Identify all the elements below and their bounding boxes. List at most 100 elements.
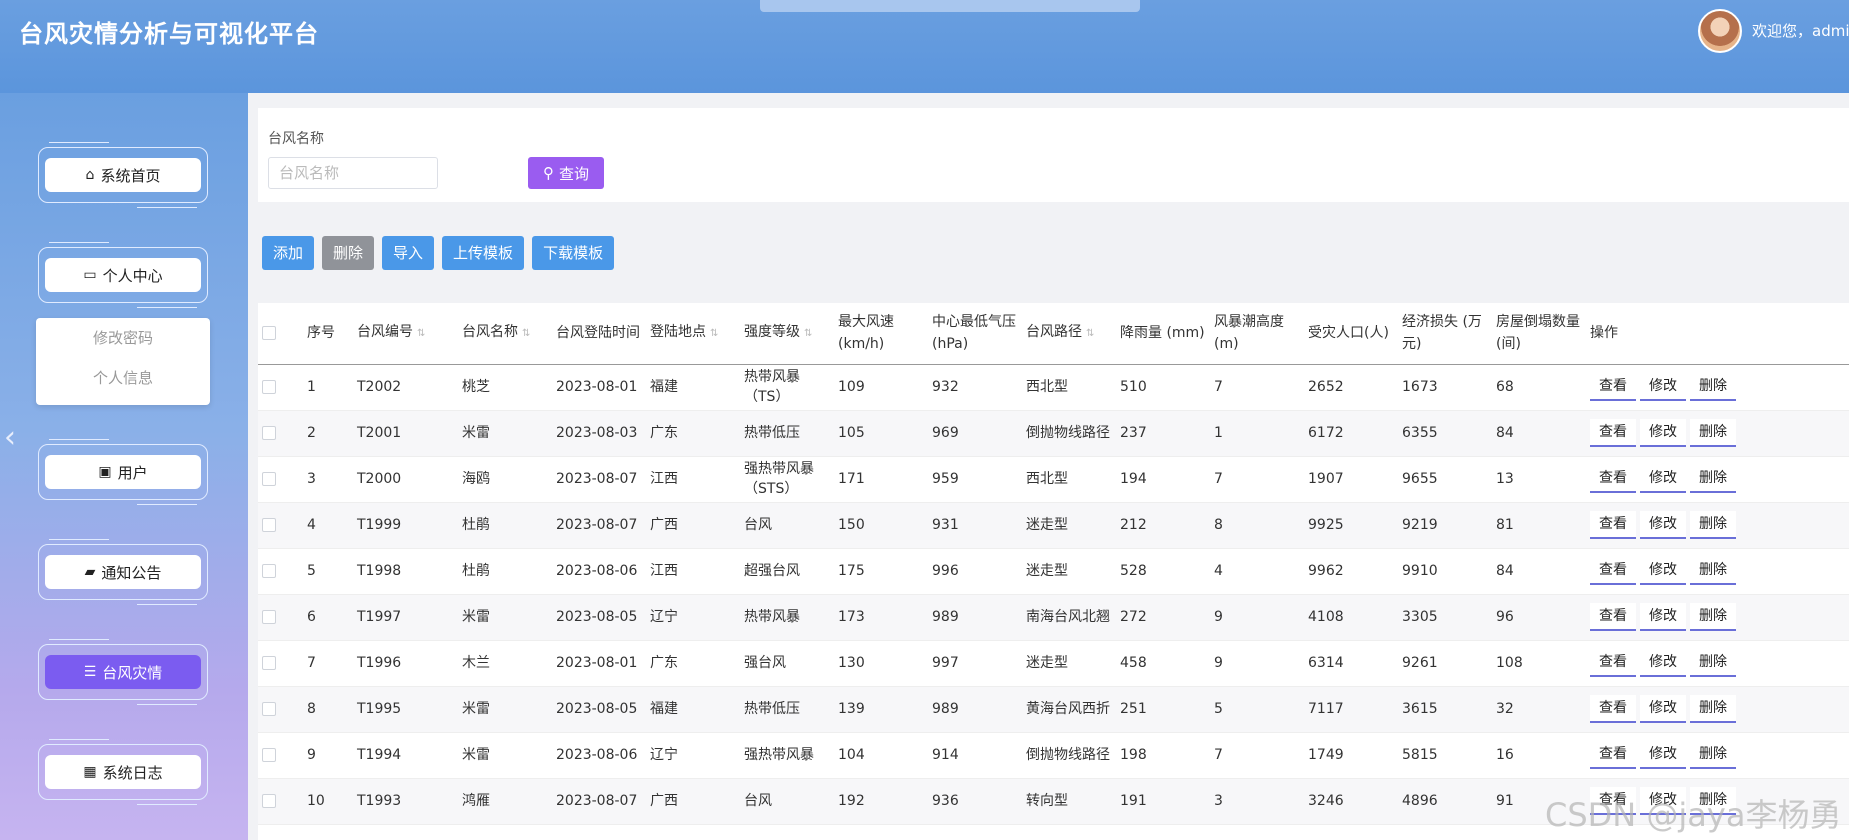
row-delete-button[interactable]: 删除 [1690,465,1736,493]
sidebar-item-users[interactable]: ▣ 用户 [38,439,208,505]
table-cell: 7 [1214,379,1223,395]
sort-icon[interactable]: ⇅ [417,328,425,339]
table-cell: 194 [1120,471,1147,487]
row-checkbox[interactable] [262,656,276,670]
delete-button[interactable]: 删除 [322,236,375,270]
table-cell: 528 [1120,563,1147,579]
view-button[interactable]: 查看 [1590,649,1636,677]
submenu-change-password[interactable]: 修改密码 [36,318,210,358]
table-cell: 996 [932,563,959,579]
table-cell: 迷走型 [1026,517,1068,533]
edit-button[interactable]: 修改 [1640,419,1686,447]
edit-button[interactable]: 修改 [1640,603,1686,631]
select-all-checkbox[interactable] [262,326,276,341]
row-checkbox[interactable] [262,380,276,394]
table-cell: T2002 [357,379,402,395]
row-delete-button[interactable]: 删除 [1690,649,1736,677]
table-cell: 7117 [1308,701,1344,717]
sort-icon[interactable]: ⇅ [522,328,530,339]
row-checkbox[interactable] [262,518,276,532]
table-cell: 3305 [1402,609,1438,625]
view-button[interactable]: 查看 [1590,557,1636,585]
sidebar-item-typhoon[interactable]: ☰ 台风灾情 [38,639,208,705]
upload-template-button[interactable]: 上传模板 [442,236,525,270]
search-button[interactable]: ⚲ 查询 [528,157,604,189]
table-cell: 4 [1214,563,1223,579]
sort-icon[interactable]: ⇅ [1086,328,1094,339]
row-delete-button[interactable]: 删除 [1690,741,1736,769]
import-button[interactable]: 导入 [382,236,435,270]
column-header[interactable]: 强度等级 ⇅ [740,303,834,364]
sidebar-item-notices[interactable]: ▰ 通知公告 [38,539,208,605]
view-button[interactable]: 查看 [1590,465,1636,493]
table-cell: T1998 [357,563,402,579]
row-delete-button[interactable]: 删除 [1690,373,1736,401]
row-select-cell [258,640,303,686]
view-button[interactable]: 查看 [1590,741,1636,769]
view-button[interactable]: 查看 [1590,511,1636,539]
column-header[interactable]: 台风名称 ⇅ [458,303,552,364]
sidebar-item-logs[interactable]: ▦ 系统日志 [38,739,208,805]
row-checkbox[interactable] [262,794,276,808]
column-header-label: 台风登陆时间 [556,325,640,342]
row-checkbox[interactable] [262,702,276,716]
row-checkbox[interactable] [262,564,276,578]
column-header-label: 台风编号 [357,324,413,341]
add-button[interactable]: 添加 [262,236,315,270]
column-header-label: 台风名称 [462,324,518,341]
table-cell: 台风 [744,517,772,533]
table-cell: 84 [1496,563,1514,579]
sort-icon[interactable]: ⇅ [710,328,718,339]
collapse-arrow-icon[interactable]: ‹ [4,423,16,453]
table-cell: 6355 [1402,425,1438,441]
table-row: 2 T2001 米雷 2023-08-03 广东 热带低压 105 969 倒抛物线路径 237 1… [258,410,1849,456]
sidebar-item-profile[interactable]: ▭ 个人中心 [38,242,208,308]
view-button[interactable]: 查看 [1590,373,1636,401]
avatar[interactable] [1698,9,1742,53]
column-header: 中心最低气压(hPa) [928,303,1022,364]
table-cell: 6 [307,609,316,625]
row-checkbox[interactable] [262,426,276,440]
edit-button[interactable]: 修改 [1640,741,1686,769]
edit-button[interactable]: 修改 [1640,695,1686,723]
edit-button[interactable]: 修改 [1640,511,1686,539]
table-cell: 6172 [1308,425,1344,441]
column-header[interactable]: 登陆地点 ⇅ [646,303,740,364]
view-button[interactable]: 查看 [1590,419,1636,447]
view-button[interactable]: 查看 [1590,603,1636,631]
edit-button[interactable]: 修改 [1640,557,1686,585]
table-cell: 191 [1120,793,1147,809]
table-row: 7 T1996 木兰 2023-08-01 广东 强台风 130 997 迷走型 458 9 6314… [258,640,1849,686]
search-input[interactable] [268,157,438,189]
edit-button[interactable]: 修改 [1640,373,1686,401]
table-cell: T2000 [357,471,402,487]
table-cell: 3 [307,471,316,487]
sidebar-item-label: 系统日志 [102,763,163,782]
row-delete-button[interactable]: 删除 [1690,603,1736,631]
row-select-cell [258,594,303,640]
row-checkbox[interactable] [262,748,276,762]
edit-button[interactable]: 修改 [1640,465,1686,493]
list-icon: ☰ [83,664,97,680]
row-select-cell [258,364,303,410]
view-button[interactable]: 查看 [1590,695,1636,723]
row-delete-button[interactable]: 删除 [1690,695,1736,723]
row-delete-button[interactable]: 删除 [1690,419,1736,447]
table-row: 4 T1999 杜鹃 2023-08-07 广西 台风 150 931 迷走型 212 8 9925 9… [258,502,1849,548]
column-header-label: 降雨量 (mm) [1120,325,1205,342]
grid-icon: ▦ [83,764,97,780]
download-template-button[interactable]: 下载模板 [532,236,615,270]
row-actions: 查看 修改 删除 [1586,502,1849,548]
submenu-personal-info[interactable]: 个人信息 [36,358,210,398]
sort-icon[interactable]: ⇅ [804,328,812,339]
row-delete-button[interactable]: 删除 [1690,511,1736,539]
row-checkbox[interactable] [262,610,276,624]
edit-button[interactable]: 修改 [1640,649,1686,677]
row-delete-button[interactable]: 删除 [1690,557,1736,585]
row-checkbox[interactable] [262,472,276,486]
sidebar-item-home[interactable]: ⌂ 系统首页 [38,142,208,208]
sidebar: ‹ ⌂ 系统首页 ▭ 个人中心 修改密码 个人信息 ▣ 用户 ▰ 通知公告 ☰ 台风灾情 … [0,93,248,840]
table-cell: 2023-08-03 [556,425,638,441]
column-header[interactable]: 台风编号 ⇅ [353,303,458,364]
column-header[interactable]: 台风路径 ⇅ [1022,303,1116,364]
